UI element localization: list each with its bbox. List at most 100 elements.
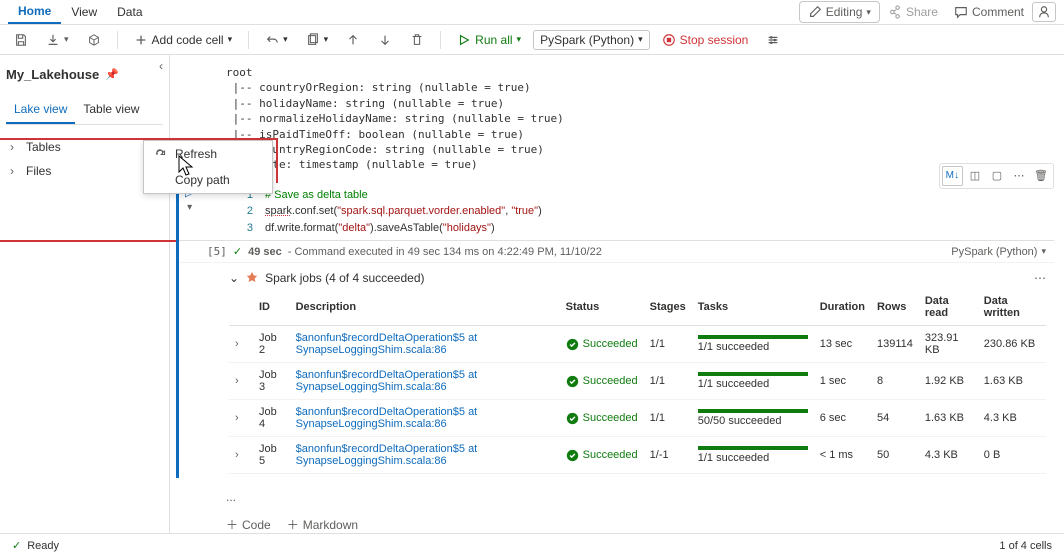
download-button[interactable]: ▾ bbox=[40, 30, 75, 50]
col-read[interactable]: Data read bbox=[919, 289, 978, 326]
save-button[interactable] bbox=[8, 30, 34, 50]
job-tasks: 1/1 succeeded bbox=[692, 437, 814, 474]
undo-button[interactable]: ▾ bbox=[259, 30, 294, 50]
cell-kernel[interactable]: PySpark (Python) bbox=[951, 246, 1037, 258]
tree-files-label: Files bbox=[26, 164, 51, 178]
cell-clear-icon[interactable]: ◫ bbox=[965, 166, 985, 186]
code-editor[interactable]: 1# Save as delta table 2spark.conf.set("… bbox=[179, 183, 1054, 242]
run-all-button[interactable]: Run all ▾ bbox=[451, 30, 527, 50]
code-text: # Save as delta table bbox=[265, 189, 368, 201]
menubar: Home View Data Editing ▾ Share Comment bbox=[0, 0, 1064, 25]
job-duration: 13 sec bbox=[814, 326, 871, 363]
collapse-jobs-icon[interactable]: ⌄ bbox=[229, 271, 239, 285]
kernel-select[interactable]: PySpark (Python) ▾ bbox=[533, 30, 650, 50]
copy-button[interactable]: ▾ bbox=[300, 30, 335, 50]
expand-row-icon[interactable]: › bbox=[235, 412, 239, 424]
move-down-button[interactable] bbox=[372, 30, 398, 50]
job-stages: 1/1 bbox=[644, 400, 692, 437]
spark-jobs-header: Spark jobs (4 of 4 succeeded) bbox=[265, 271, 424, 285]
job-row[interactable]: ›Job 3$anonfun$recordDeltaOperation$5 at… bbox=[229, 363, 1046, 400]
sidebar: ‹ My_Lakehouse 📌 Lake view Table view ›T… bbox=[0, 55, 170, 533]
job-written: 0 B bbox=[978, 437, 1046, 474]
spark-icon bbox=[245, 271, 259, 285]
check-icon: ✓ bbox=[233, 245, 242, 258]
move-up-button[interactable] bbox=[340, 30, 366, 50]
pin-icon[interactable]: 📌 bbox=[105, 68, 119, 81]
run-dropdown-icon[interactable]: ▾ bbox=[187, 202, 192, 213]
ctx-copy-path[interactable]: Copy path bbox=[144, 167, 272, 193]
menu-home[interactable]: Home bbox=[8, 0, 61, 24]
ctx-refresh[interactable]: Refresh bbox=[144, 141, 272, 167]
delete-button[interactable] bbox=[404, 30, 430, 50]
line-number: 3 bbox=[235, 220, 253, 237]
cell-delete-icon[interactable]: 🗑 bbox=[1031, 166, 1051, 186]
plus-icon: ＋ bbox=[226, 516, 238, 533]
undo-icon bbox=[265, 33, 279, 47]
comment-icon bbox=[954, 5, 968, 19]
col-tasks[interactable]: Tasks bbox=[692, 289, 814, 326]
menu-view[interactable]: View bbox=[61, 1, 107, 23]
status-text: - Command executed in 49 sec 134 ms on 4… bbox=[288, 246, 602, 258]
table-view-tab[interactable]: Table view bbox=[75, 96, 147, 124]
context-menu: Refresh Copy path bbox=[143, 140, 273, 194]
chevron-down-icon: ▾ bbox=[517, 34, 522, 45]
col-status[interactable]: Status bbox=[560, 289, 644, 326]
cell-count: 1 of 4 cells bbox=[999, 540, 1052, 552]
expand-row-icon[interactable]: › bbox=[235, 338, 239, 350]
lakehouse-name: My_Lakehouse bbox=[6, 67, 99, 82]
job-desc-link[interactable]: $anonfun$recordDeltaOperation$5 at Synap… bbox=[296, 369, 478, 393]
code-text: "delta" bbox=[338, 222, 370, 234]
job-status: Succeeded bbox=[566, 449, 638, 462]
collapse-sidebar[interactable]: ‹ bbox=[159, 59, 163, 73]
job-read: 323.91 KB bbox=[919, 326, 978, 363]
job-row[interactable]: ›Job 5$anonfun$recordDeltaOperation$5 at… bbox=[229, 437, 1046, 474]
jobs-more-icon[interactable]: ⋯ bbox=[1034, 271, 1046, 285]
person-icon-button[interactable] bbox=[1032, 2, 1056, 22]
col-desc[interactable]: Description bbox=[290, 289, 560, 326]
code-text: "holidays" bbox=[443, 222, 491, 234]
lake-view-tab[interactable]: Lake view bbox=[6, 96, 75, 124]
col-rows[interactable]: Rows bbox=[871, 289, 919, 326]
job-written: 4.3 KB bbox=[978, 400, 1046, 437]
job-desc-link[interactable]: $anonfun$recordDeltaOperation$5 at Synap… bbox=[296, 443, 478, 467]
job-duration: 6 sec bbox=[814, 400, 871, 437]
code-text: ) bbox=[491, 222, 495, 234]
share-button[interactable]: Share bbox=[880, 2, 946, 22]
job-tasks: 50/50 succeeded bbox=[692, 400, 814, 437]
expand-row-icon[interactable]: › bbox=[235, 375, 239, 387]
code-cell[interactable]: M↓ ◫ ▢ ⋯ 🗑 ▷ ▾ 1# Save as delta table 2s… bbox=[176, 183, 1054, 479]
cell-more-icon[interactable]: ⋯ bbox=[1009, 166, 1029, 186]
job-row[interactable]: ›Job 4$anonfun$recordDeltaOperation$5 at… bbox=[229, 400, 1046, 437]
add-cell-bar: ＋Code ＋Markdown bbox=[176, 508, 1054, 533]
col-written[interactable]: Data written bbox=[978, 289, 1046, 326]
stop-session-button[interactable]: Stop session bbox=[656, 30, 755, 50]
markdown-toggle[interactable]: M↓ bbox=[942, 166, 963, 186]
check-circle-icon bbox=[566, 412, 579, 425]
menu-data[interactable]: Data bbox=[107, 1, 152, 23]
col-id[interactable]: ID bbox=[253, 289, 290, 326]
check-circle-icon bbox=[566, 338, 579, 351]
settings-button[interactable] bbox=[760, 30, 786, 50]
job-row[interactable]: › Job 2$anonfun$recordDeltaOperation$5 at… bbox=[229, 326, 1046, 363]
job-desc-link[interactable]: $anonfun$recordDeltaOperation$5 at Synap… bbox=[296, 406, 478, 430]
tree-files[interactable]: ›Files bbox=[6, 159, 163, 183]
cell-output-icon[interactable]: ▢ bbox=[987, 166, 1007, 186]
tree-tables[interactable]: ›Tables ⋯ bbox=[6, 135, 163, 159]
ctx-refresh-label: Refresh bbox=[175, 147, 217, 161]
add-code[interactable]: ＋Code bbox=[226, 516, 271, 533]
notebook-content: root |-- countryOrRegion: string (nullab… bbox=[170, 55, 1064, 533]
job-desc-link[interactable]: $anonfun$recordDeltaOperation$5 at Synap… bbox=[296, 332, 478, 356]
col-stages[interactable]: Stages bbox=[644, 289, 692, 326]
job-tasks: 1/1 succeeded bbox=[692, 326, 814, 363]
col-duration[interactable]: Duration bbox=[814, 289, 871, 326]
code-text: df.write.format( bbox=[265, 222, 338, 234]
add-markdown[interactable]: ＋Markdown bbox=[287, 516, 358, 533]
comment-button[interactable]: Comment bbox=[946, 2, 1032, 22]
cube-button[interactable] bbox=[81, 30, 107, 50]
expand-row-icon[interactable]: › bbox=[235, 449, 239, 461]
editing-mode[interactable]: Editing ▾ bbox=[799, 1, 880, 23]
code-text: spark bbox=[265, 205, 292, 217]
job-id: Job 2 bbox=[253, 326, 290, 363]
add-code-cell[interactable]: Add code cell ▾ bbox=[128, 30, 239, 50]
view-tabs: Lake view Table view bbox=[6, 96, 163, 125]
